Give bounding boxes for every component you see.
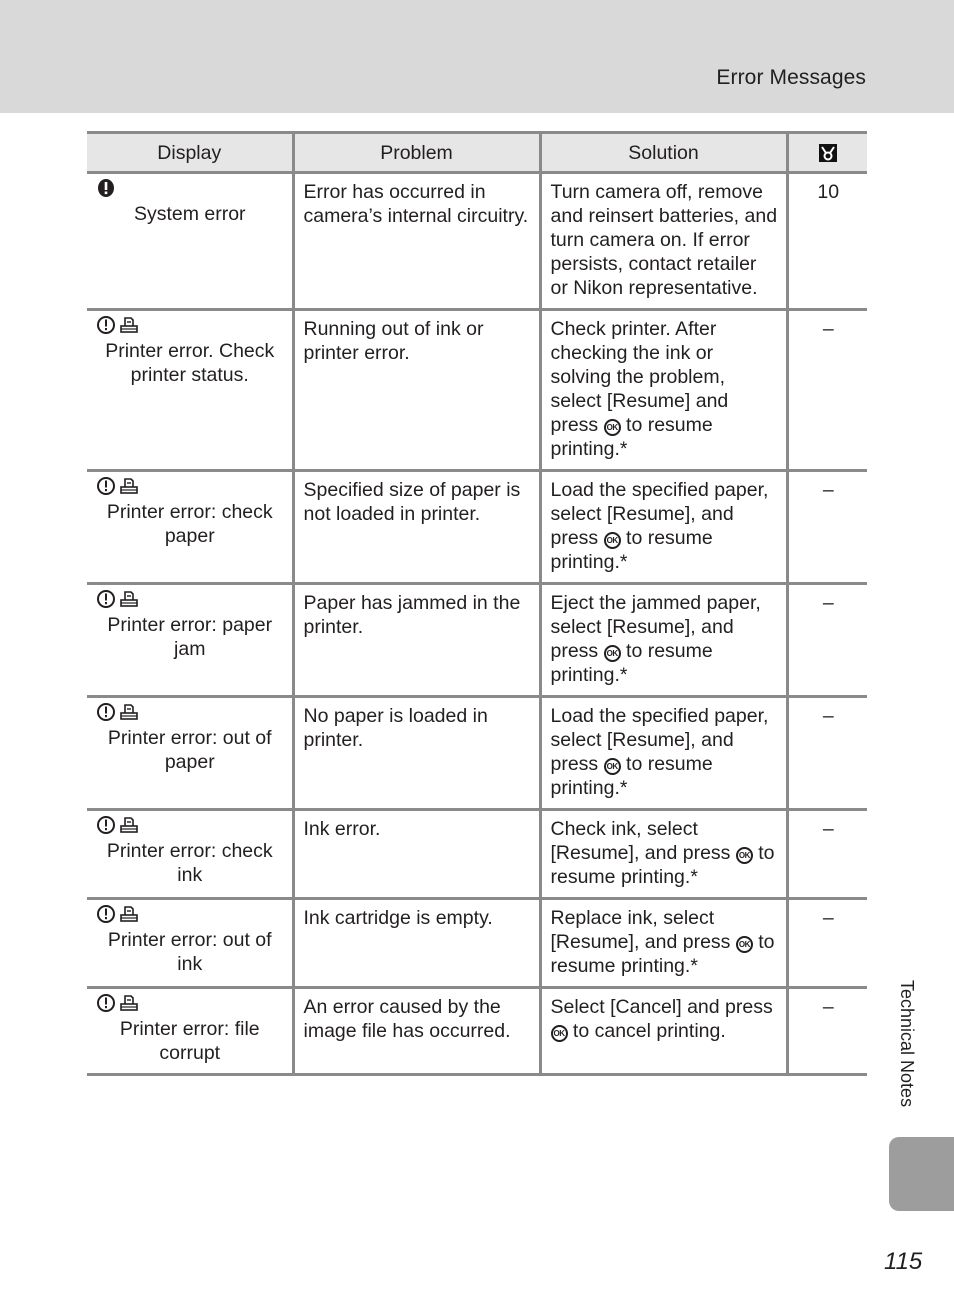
display-cell: System error (87, 172, 293, 311)
section-tab-label: Technical Notes (897, 980, 917, 1108)
ok-button-icon: OK (603, 758, 621, 775)
problem-cell: Specified size of paper is not loaded in… (291, 470, 540, 585)
problem-cell: Paper has jammed in the printer. (291, 583, 540, 698)
reference-page-cell: – (785, 309, 867, 472)
display-message: Printer error: out of ink (107, 929, 272, 975)
display-icons (96, 993, 284, 1019)
problem-cell: Running out of ink or printer error. (291, 309, 540, 472)
display-icons (96, 702, 284, 728)
section-thumb-tab (889, 1137, 954, 1211)
table-row: Printer error: file corrupt An error caus… (87, 987, 867, 1076)
solution-cell: Select [Cancel] and press OK to cancel p… (538, 987, 787, 1076)
solution-cell: Load the specified paper, select [Resume… (538, 470, 787, 585)
display-cell: Printer error. Check printer status. (87, 309, 293, 472)
table-row: Printer error: check paper Specified size… (87, 470, 867, 585)
display-icons (96, 589, 284, 615)
problem-cell: No paper is loaded in printer. (291, 696, 540, 811)
display-message: Printer error: check paper (106, 501, 273, 547)
problem-cell: Ink error. (291, 809, 540, 900)
column-header-reference (785, 131, 867, 174)
problem-cell: Error has occurred in camera’s internal … (291, 172, 540, 311)
reference-page-icon (818, 144, 837, 163)
display-cell: Printer error: check ink (87, 809, 293, 900)
warning-icon (96, 589, 116, 615)
ok-button-icon: OK (735, 847, 753, 864)
table-row: Printer error: paper jam Paper has jammed… (87, 583, 867, 698)
ok-button-icon: OK (603, 645, 621, 662)
display-message: Printer error: out of paper (107, 727, 272, 773)
display-message: Printer error: check ink (106, 840, 273, 886)
problem-cell: Ink cartridge is empty. (291, 898, 540, 989)
display-icons (96, 315, 284, 341)
display-cell: Printer error: file corrupt (87, 987, 293, 1076)
solution-cell: Load the specified paper, select [Resume… (538, 696, 787, 811)
solution-text-after: to cancel printing. (572, 1020, 726, 1042)
table-row: System error Error has occurred in camera… (87, 172, 867, 311)
printer-icon (119, 993, 139, 1019)
reference-page-cell: – (785, 898, 867, 989)
table-header-row: Display Problem Solution (87, 131, 867, 174)
printer-icon (119, 815, 139, 841)
reference-page-cell: – (785, 809, 867, 900)
column-header-solution: Solution (538, 131, 787, 174)
table-row: Printer error: check ink Ink error. Check … (87, 809, 867, 900)
display-icons (96, 178, 284, 204)
warning-icon (96, 815, 116, 841)
printer-icon (119, 702, 139, 728)
warning-icon (96, 476, 116, 502)
page-number: 115 (884, 1248, 923, 1275)
problem-cell: An error caused by the image file has oc… (291, 987, 540, 1076)
solution-cell: Replace ink, select [Resume], and press … (538, 898, 787, 989)
solution-cell: Check ink, select [Resume], and press OK… (538, 809, 787, 900)
printer-icon (119, 476, 139, 502)
solution-cell: Check printer. After checking the ink or… (538, 309, 787, 472)
display-cell: Printer error: out of paper (87, 696, 293, 811)
solution-text-before: Replace ink, select [Resume], and press (550, 907, 731, 953)
table-row: Printer error: out of paper No paper is l… (87, 696, 867, 811)
printer-icon (119, 315, 139, 341)
display-icons (96, 904, 284, 930)
warning-icon (96, 315, 116, 341)
display-message: Printer error: paper jam (107, 614, 273, 660)
display-message: System error (133, 203, 246, 225)
reference-page-cell: – (785, 583, 867, 698)
solution-cell: Turn camera off, remove and reinsert bat… (538, 172, 787, 311)
reference-page-cell: 10 (785, 172, 867, 311)
display-icons (96, 815, 284, 841)
display-message: Printer error: file corrupt (119, 1018, 260, 1064)
solution-text-before: Select [Cancel] and press (550, 996, 773, 1018)
warning-icon (96, 702, 116, 728)
display-message: Printer error. Check printer status. (105, 340, 275, 386)
column-header-problem: Problem (291, 131, 540, 174)
system-error-icon (96, 178, 116, 204)
printer-icon (119, 904, 139, 930)
display-icons (96, 476, 284, 502)
solution-text: Turn camera off, remove and reinsert bat… (550, 181, 778, 299)
ok-button-icon: OK (603, 419, 621, 436)
reference-page-cell: – (785, 470, 867, 585)
ok-button-icon: OK (603, 532, 621, 549)
header-band: Error Messages (0, 0, 954, 113)
solution-text-before: Check ink, select [Resume], and press (550, 818, 731, 864)
warning-icon (96, 904, 116, 930)
section-title: Error Messages (716, 66, 866, 89)
solution-cell: Eject the jammed paper, select [Resume],… (538, 583, 787, 698)
display-cell: Printer error: paper jam (87, 583, 293, 698)
reference-page-cell: – (785, 987, 867, 1076)
column-header-display: Display (87, 131, 293, 174)
error-messages-table: Display Problem Solution System error Err… (87, 131, 867, 1076)
display-cell: Printer error: out of ink (87, 898, 293, 989)
table-row: Printer error: out of ink Ink cartridge i… (87, 898, 867, 989)
printer-icon (119, 589, 139, 615)
table-row: Printer error. Check printer status. Runn… (87, 309, 867, 472)
reference-page-cell: – (785, 696, 867, 811)
display-cell: Printer error: check paper (87, 470, 293, 585)
ok-button-icon: OK (735, 936, 753, 953)
warning-icon (96, 993, 116, 1019)
ok-button-icon: OK (550, 1025, 568, 1042)
